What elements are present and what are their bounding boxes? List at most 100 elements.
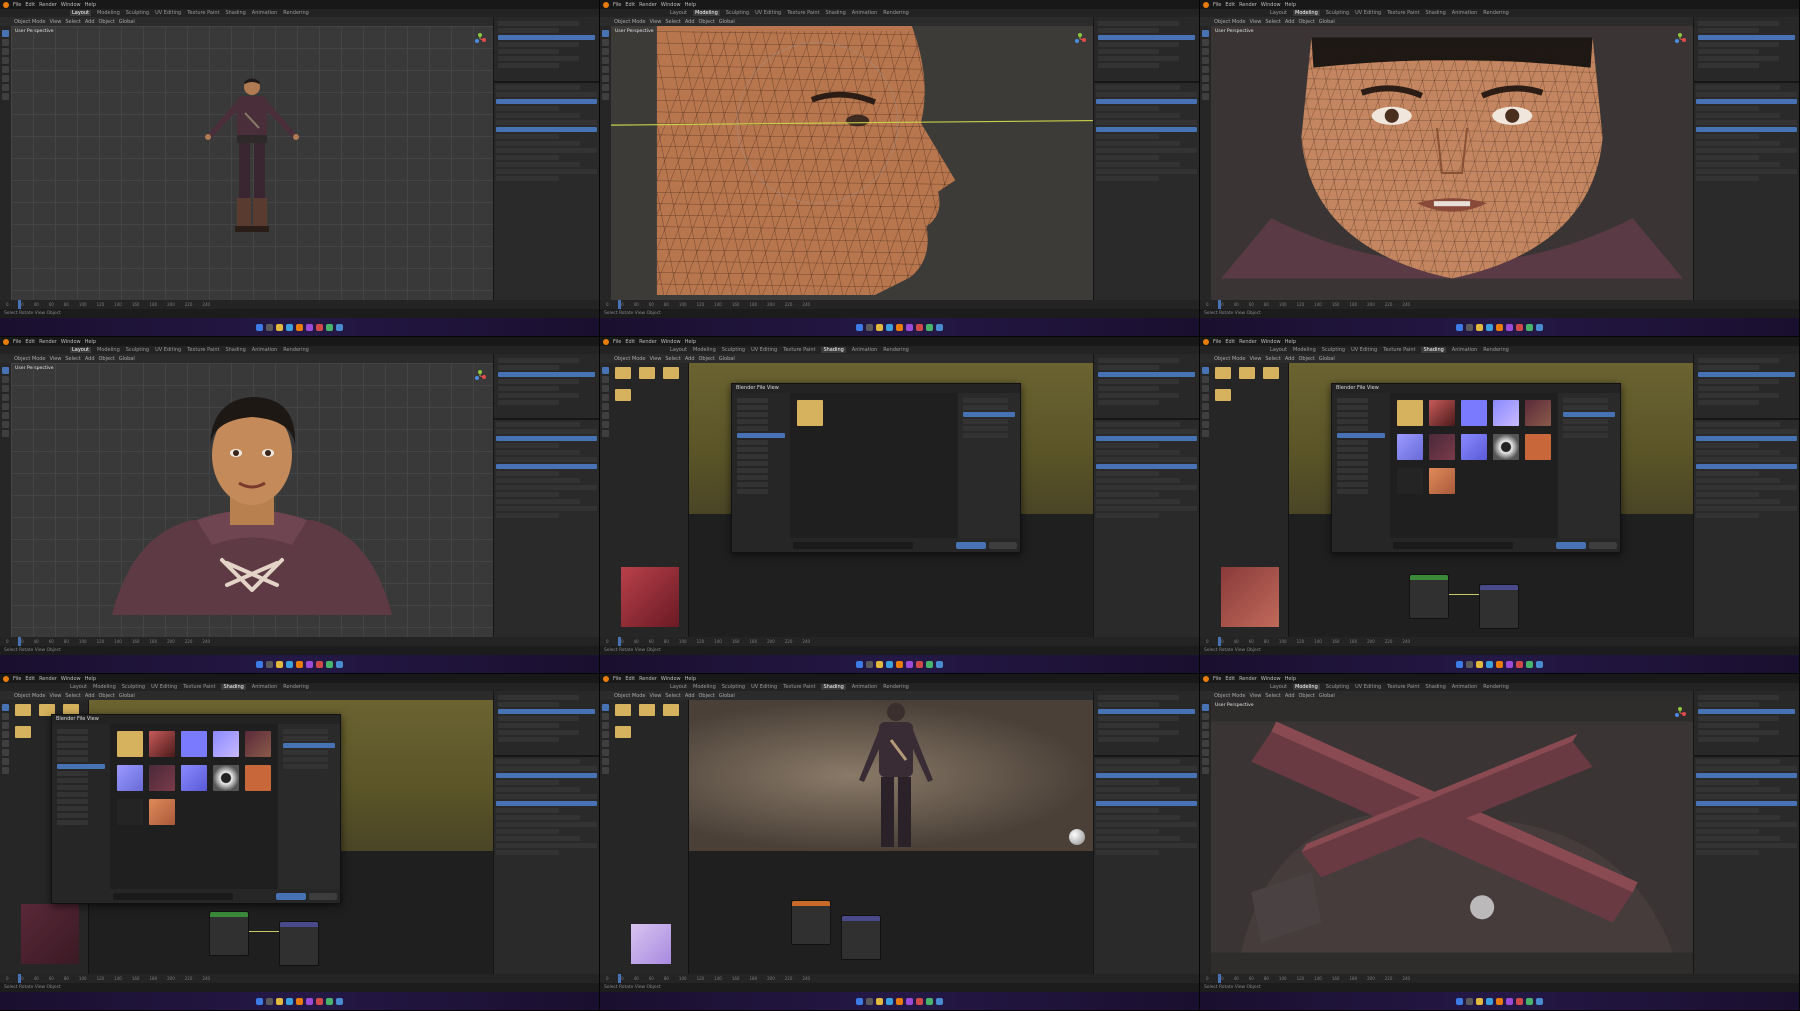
transform-tool-icon[interactable]: [2, 75, 9, 82]
rotate-tool-icon[interactable]: [602, 731, 609, 738]
property-field[interactable]: [1696, 794, 1797, 799]
menu-item-render[interactable]: Render: [39, 339, 57, 345]
tab-shading[interactable]: Shading: [821, 347, 846, 353]
select-menu[interactable]: Select: [1265, 356, 1280, 362]
menu-item-edit[interactable]: Edit: [1225, 2, 1235, 8]
bookmark-item[interactable]: [57, 792, 89, 797]
material-preview-viewport[interactable]: [689, 700, 1093, 851]
file-explorer-icon[interactable]: [876, 660, 883, 668]
property-field[interactable]: [496, 169, 597, 174]
property-field[interactable]: [1696, 815, 1780, 820]
tab-shading[interactable]: Shading: [221, 684, 246, 690]
select-tool-icon[interactable]: [1202, 704, 1209, 711]
property-field[interactable]: [1096, 155, 1159, 160]
open-image-button[interactable]: [276, 893, 306, 900]
property-field-active[interactable]: [496, 99, 597, 104]
app-icon[interactable]: [926, 323, 933, 331]
annotate-tool-icon[interactable]: [2, 421, 9, 428]
tab-uv-editing[interactable]: UV Editing: [755, 10, 781, 16]
shader-node[interactable]: [1479, 583, 1519, 629]
texture-thumbnail[interactable]: [1461, 400, 1487, 426]
node-header[interactable]: [1410, 574, 1448, 580]
bookmark-item[interactable]: [57, 743, 89, 748]
property-field[interactable]: [496, 485, 597, 490]
object-menu[interactable]: Object: [699, 693, 715, 699]
add-menu[interactable]: Add: [685, 356, 695, 362]
tab-uv-editing[interactable]: UV Editing: [1355, 10, 1381, 16]
search-icon[interactable]: [866, 997, 873, 1005]
property-field[interactable]: [1096, 766, 1197, 771]
property-field[interactable]: [496, 148, 597, 153]
property-field[interactable]: [1096, 422, 1180, 427]
tab-modeling[interactable]: Modeling: [93, 684, 116, 690]
cursor-tool-icon[interactable]: [602, 376, 609, 383]
move-tool-icon[interactable]: [2, 48, 9, 55]
tab-texture-paint[interactable]: Texture Paint: [183, 684, 215, 690]
property-field[interactable]: [1696, 176, 1759, 181]
file-explorer-icon[interactable]: [276, 323, 283, 331]
outliner-row[interactable]: [1098, 28, 1159, 33]
app-icon[interactable]: [336, 997, 343, 1005]
blender-logo-icon[interactable]: [3, 1, 9, 8]
browser-icon[interactable]: [286, 660, 293, 668]
menu-item-help[interactable]: Help: [85, 2, 96, 8]
property-field[interactable]: [1096, 120, 1197, 125]
blender-logo-icon[interactable]: [3, 338, 9, 345]
tab-texture-paint[interactable]: Texture Paint: [1383, 347, 1415, 353]
texture-thumbnail[interactable]: [1397, 434, 1423, 460]
cancel-button[interactable]: [309, 893, 337, 900]
property-field-active[interactable]: [1096, 801, 1197, 806]
menu-item-window[interactable]: Window: [61, 339, 81, 345]
texture-thumbnail[interactable]: [1429, 434, 1455, 460]
app-icon[interactable]: [306, 997, 313, 1005]
tab-texture-paint[interactable]: Texture Paint: [783, 684, 815, 690]
bookmark-item[interactable]: [1337, 426, 1369, 431]
file-browser-panel[interactable]: [611, 363, 689, 637]
app-icon[interactable]: [1536, 997, 1543, 1005]
property-field-active[interactable]: [1096, 99, 1197, 104]
file-explorer-icon[interactable]: [876, 323, 883, 331]
browser-icon[interactable]: [1486, 323, 1493, 331]
property-field[interactable]: [1696, 457, 1797, 462]
viewport-3d[interactable]: User Perspective: [1211, 26, 1693, 300]
menu-item-window[interactable]: Window: [1261, 339, 1281, 345]
outliner-row[interactable]: [1098, 695, 1179, 700]
outliner-row[interactable]: [498, 28, 559, 33]
tab-uv-editing[interactable]: UV Editing: [1355, 684, 1381, 690]
mode-select[interactable]: Object Mode: [14, 693, 46, 699]
select-tool-icon[interactable]: [2, 30, 9, 37]
bookmark-item[interactable]: [737, 468, 769, 473]
cursor-tool-icon[interactable]: [2, 713, 9, 720]
property-field[interactable]: [496, 106, 559, 111]
blender-taskbar-icon[interactable]: [296, 997, 303, 1005]
viewport-3d[interactable]: User Perspective: [611, 26, 1093, 300]
rotate-tool-icon[interactable]: [1202, 731, 1209, 738]
tab-layout[interactable]: Layout: [1270, 684, 1287, 690]
app-icon[interactable]: [1536, 323, 1543, 331]
property-field-active[interactable]: [496, 127, 597, 132]
measure-tool-icon[interactable]: [1202, 430, 1209, 437]
outliner-row[interactable]: [498, 730, 579, 735]
add-menu[interactable]: Add: [685, 19, 695, 25]
outliner-row-selected[interactable]: [1098, 35, 1195, 40]
option-field[interactable]: [1563, 433, 1608, 438]
tab-uv-editing[interactable]: UV Editing: [751, 684, 777, 690]
property-field[interactable]: [1696, 471, 1759, 476]
outliner-row[interactable]: [1698, 723, 1759, 728]
annotate-tool-icon[interactable]: [2, 84, 9, 91]
folder-icon[interactable]: [1215, 389, 1231, 401]
outliner-row[interactable]: [1698, 737, 1759, 742]
bookmark-item[interactable]: [737, 419, 769, 424]
annotate-tool-icon[interactable]: [602, 84, 609, 91]
tab-texture-paint[interactable]: Texture Paint: [1387, 684, 1419, 690]
property-field-active[interactable]: [1096, 436, 1197, 441]
bookmark-item[interactable]: [1337, 461, 1369, 466]
option-field[interactable]: [1563, 412, 1615, 417]
transform-orientation[interactable]: Global: [719, 19, 735, 25]
bookmark-item[interactable]: [1337, 433, 1385, 438]
texture-thumbnail[interactable]: [149, 765, 175, 791]
playhead[interactable]: [618, 974, 621, 983]
folder-icon[interactable]: [663, 367, 679, 379]
property-field[interactable]: [1696, 499, 1780, 504]
bookmark-item[interactable]: [1337, 454, 1369, 459]
